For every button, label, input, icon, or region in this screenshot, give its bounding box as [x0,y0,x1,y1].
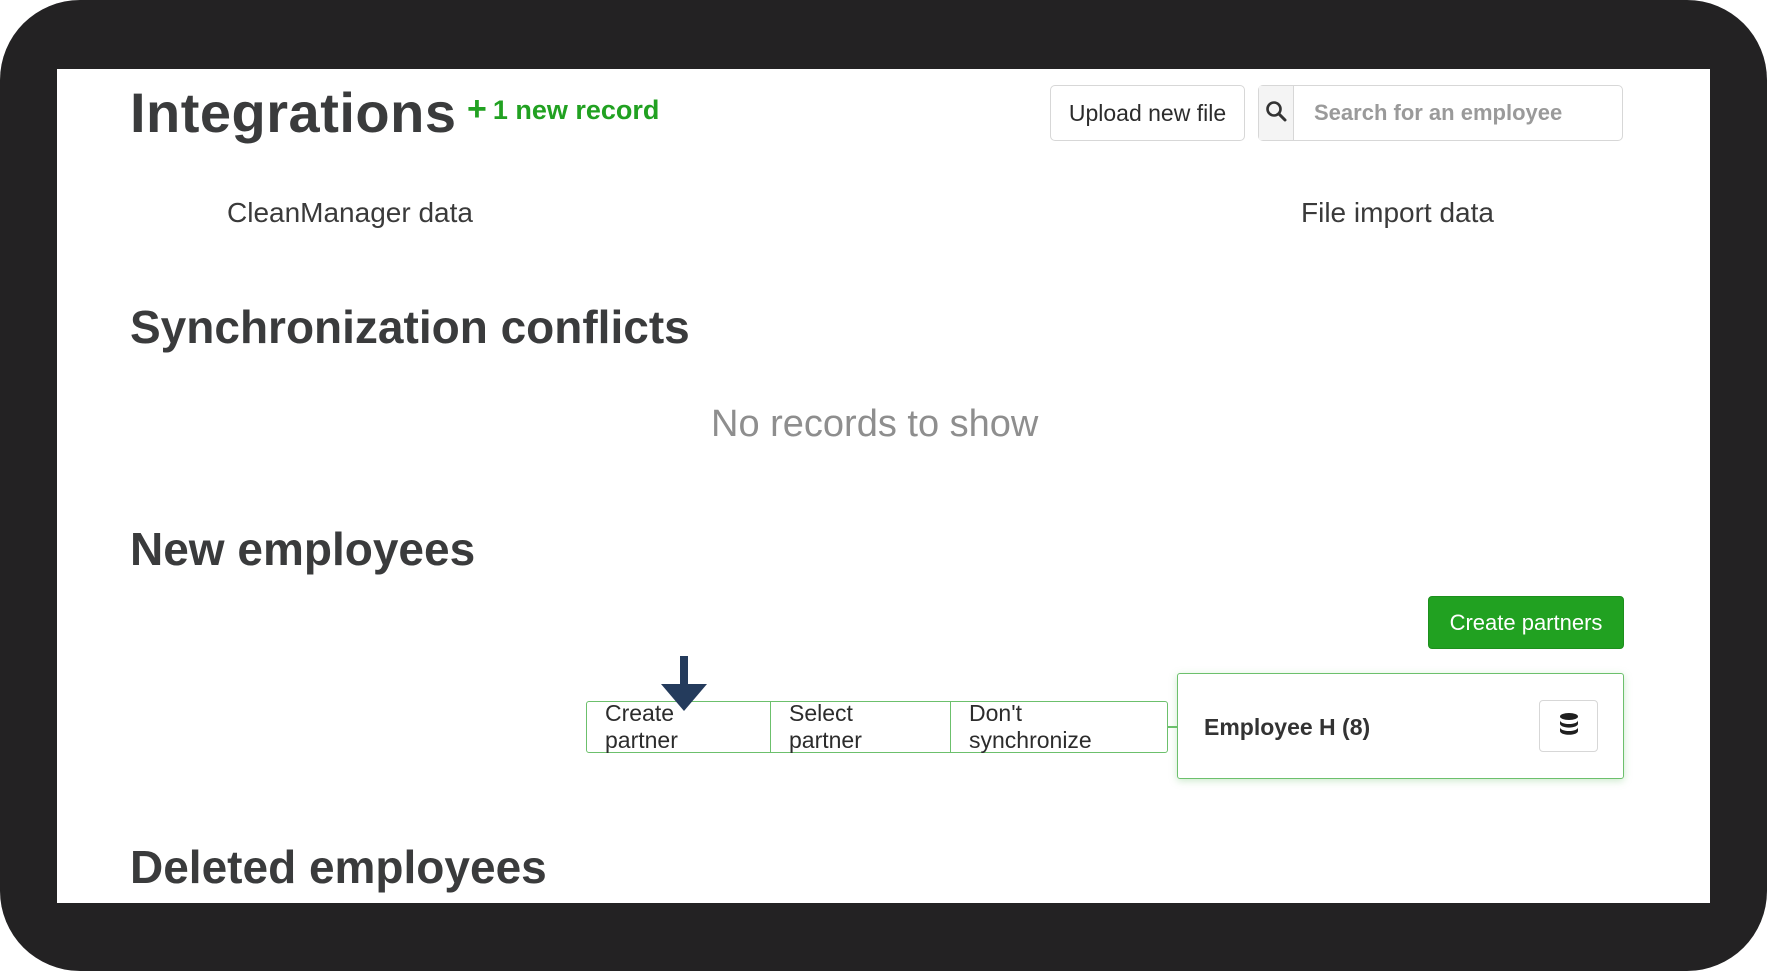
select-partner-button[interactable]: Select partner [770,700,950,753]
employee-search [1258,85,1623,141]
deleted-employees-title: Deleted employees [130,841,547,893]
plus-icon: + [467,90,487,128]
employee-card: Employee H (8) [1177,673,1624,779]
device-bezel: Integrations + 1 new record Upload new f… [0,0,1767,971]
employee-name: Employee H (8) [1204,714,1371,740]
create-partners-button[interactable]: Create partners [1428,596,1624,649]
search-input[interactable] [1294,86,1622,140]
new-record-indicator[interactable]: + 1 new record [467,90,660,128]
sync-conflicts-title: Synchronization conflicts [130,301,690,353]
cleanmanager-data-header: CleanManager data [227,197,473,228]
file-import-data-header: File import data [1301,197,1494,228]
employee-data-button[interactable] [1539,700,1598,752]
database-icon [1558,712,1580,741]
new-employees-title: New employees [130,523,476,575]
search-icon [1264,99,1288,128]
page-title: Integrations [130,81,457,144]
app-screen: Integrations + 1 new record Upload new f… [57,69,1710,903]
dont-synchronize-button[interactable]: Don't synchronize [950,700,1167,753]
upload-new-file-button[interactable]: Upload new file [1050,85,1245,141]
arrow-down-icon [659,656,709,717]
empty-state-text: No records to show [711,403,1039,445]
new-record-label: 1 new record [492,95,660,125]
search-button[interactable] [1259,86,1294,140]
